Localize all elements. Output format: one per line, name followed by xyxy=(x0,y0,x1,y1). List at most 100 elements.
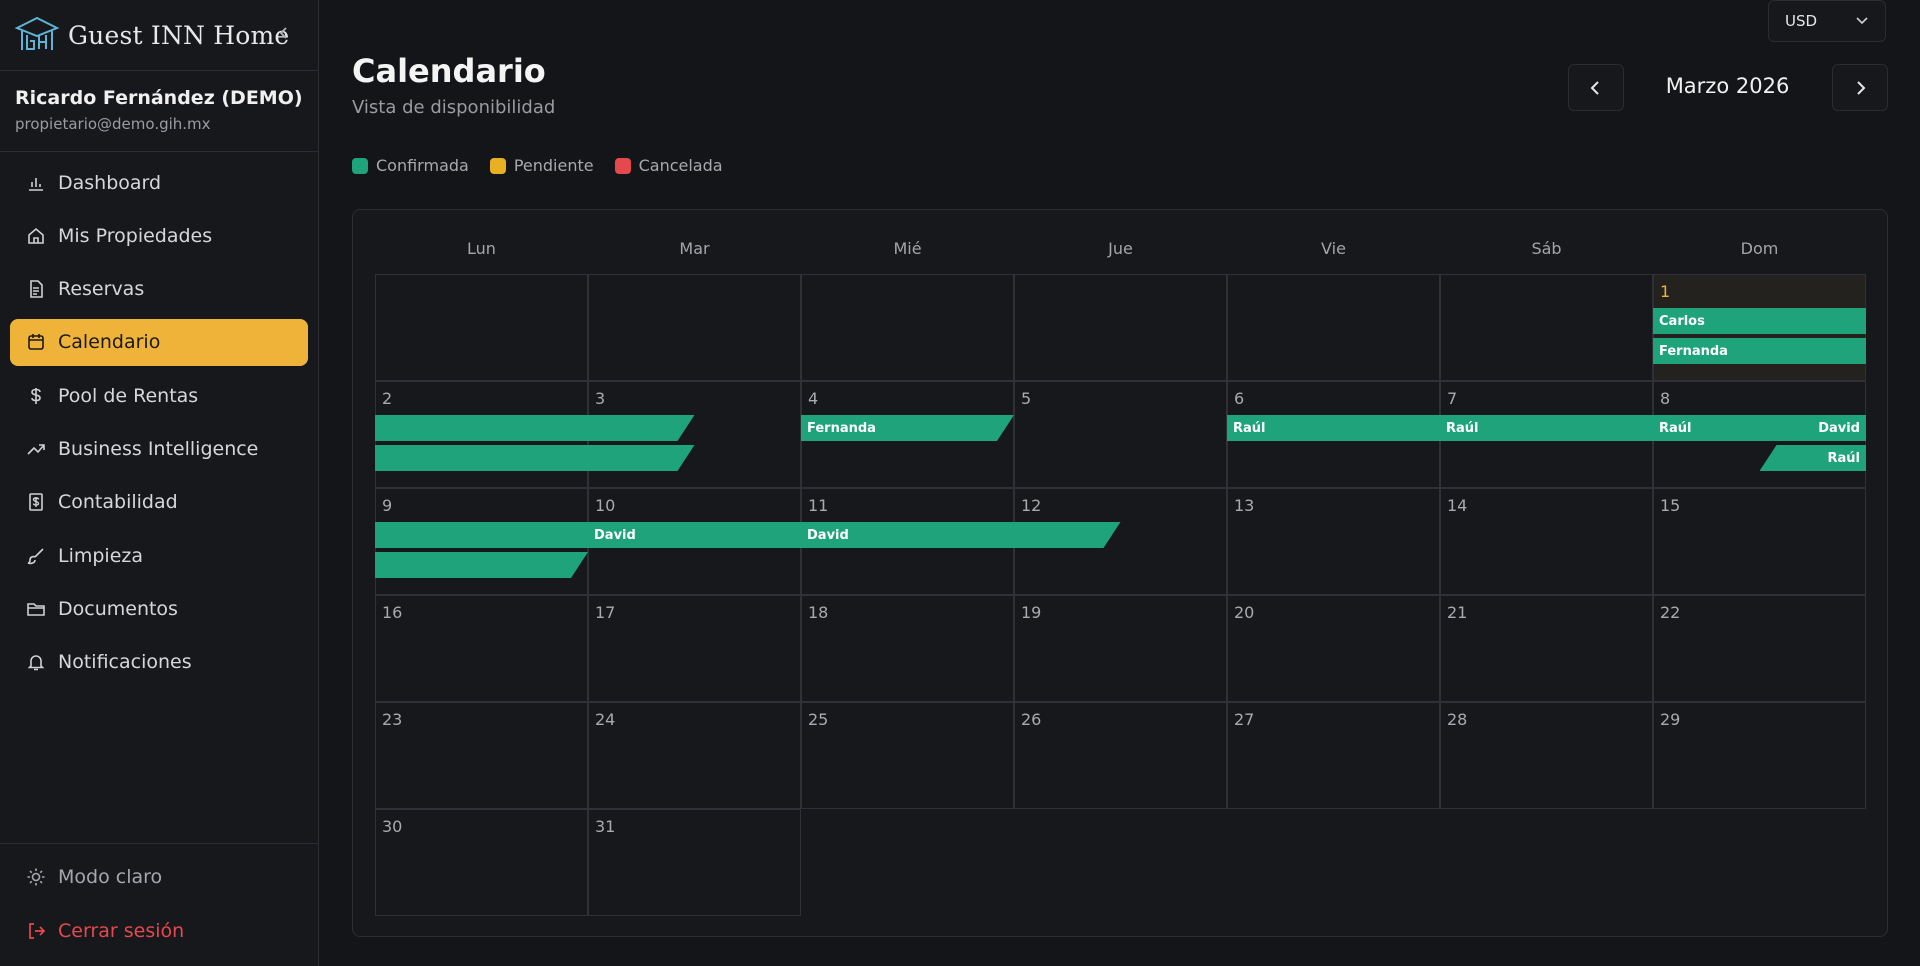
reservation-bar[interactable]: Fernanda xyxy=(801,415,1014,441)
calendar-day[interactable]: 20 xyxy=(1227,595,1440,702)
theme-toggle-label: Modo claro xyxy=(58,866,163,888)
calendar-empty-day xyxy=(801,274,1014,381)
weekday-header: Jue xyxy=(1108,239,1133,258)
day-number: 28 xyxy=(1447,710,1468,729)
chevron-right-icon xyxy=(1857,80,1866,95)
trending-up-icon xyxy=(27,444,45,455)
brand-name: Guest INN Home xyxy=(68,20,290,50)
reservation-label: Raúl xyxy=(1446,420,1479,436)
calendar-day[interactable]: 25 xyxy=(801,702,1014,809)
reservation-bar[interactable] xyxy=(375,445,695,471)
sidebar-item-limpieza[interactable]: Limpieza xyxy=(10,532,308,579)
calendar-day[interactable]: 15 xyxy=(1653,488,1866,595)
day-number: 27 xyxy=(1234,710,1255,729)
sidebar-footer: Modo claro Cerrar sesión xyxy=(0,843,319,966)
bell-icon xyxy=(27,655,45,671)
calendar-empty-day xyxy=(588,274,801,381)
collapse-sidebar-button[interactable] xyxy=(274,22,294,44)
day-number: 23 xyxy=(382,710,403,729)
document-icon xyxy=(30,280,43,298)
currency-select[interactable]: USD xyxy=(1768,0,1886,42)
day-number: 29 xyxy=(1660,710,1681,729)
brush-icon xyxy=(27,548,44,564)
day-number: 20 xyxy=(1234,603,1255,622)
reservation-bar[interactable]: Raúl xyxy=(1759,445,1866,471)
day-number: 19 xyxy=(1021,603,1042,622)
currency-value: USD xyxy=(1785,12,1818,30)
legend-swatch xyxy=(352,157,368,174)
dollar-icon xyxy=(31,387,41,404)
weekday-header: Mar xyxy=(679,239,710,258)
reservation-bar[interactable] xyxy=(375,415,695,441)
weekday-header: Lun xyxy=(467,239,496,258)
day-number: 15 xyxy=(1660,496,1681,515)
reservation-label: David xyxy=(594,527,636,543)
day-number: 10 xyxy=(595,496,616,515)
calendar-day[interactable]: 16 xyxy=(375,595,588,702)
calendar-day[interactable]: 23 xyxy=(375,702,588,809)
calendar-day[interactable]: 13 xyxy=(1227,488,1440,595)
sidebar-nav: Dashboard Mis Propiedades Reservas Calendar… xyxy=(10,159,308,692)
reservation-label: David xyxy=(807,527,849,543)
reservation-bar[interactable] xyxy=(375,552,588,578)
logout-button[interactable]: Cerrar sesión xyxy=(26,920,184,942)
reservation-bar[interactable]: David xyxy=(1759,415,1866,441)
brand[interactable]: Guest INN Home xyxy=(14,14,289,56)
theme-toggle[interactable]: Modo claro xyxy=(26,866,162,888)
reservation-bar[interactable]: Fernanda xyxy=(1653,338,1866,364)
next-month-button[interactable] xyxy=(1832,64,1888,111)
calendar-empty-day xyxy=(1440,274,1653,381)
sidebar-item-contabilidad[interactable]: Contabilidad xyxy=(10,479,308,526)
sidebar-item-pool-de-rentas[interactable]: Pool de Rentas xyxy=(10,372,308,419)
calendar-day[interactable]: 28 xyxy=(1440,702,1653,809)
calendar-day[interactable]: 14 xyxy=(1440,488,1653,595)
calendar-day[interactable]: 24 xyxy=(588,702,801,809)
sidebar-item-label: Limpieza xyxy=(58,544,144,567)
sidebar-item-documentos[interactable]: Documentos xyxy=(10,585,308,632)
calendar-day[interactable]: 5 xyxy=(1014,381,1227,488)
day-number: 1 xyxy=(1660,282,1671,301)
day-number: 5 xyxy=(1021,389,1032,408)
day-number: 14 xyxy=(1447,496,1468,515)
day-number: 16 xyxy=(382,603,403,622)
page-title: Calendario xyxy=(352,52,546,90)
calendar-day[interactable]: 27 xyxy=(1227,702,1440,809)
logout-icon xyxy=(29,923,46,939)
calendar-day[interactable]: 29 xyxy=(1653,702,1866,809)
day-number: 18 xyxy=(808,603,829,622)
reservation-bar[interactable]: Carlos xyxy=(1653,308,1866,334)
calendar-day[interactable]: 17 xyxy=(588,595,801,702)
day-number: 2 xyxy=(382,389,393,408)
page-subtitle: Vista de disponibilidad xyxy=(352,97,556,118)
sidebar-item-mis-propiedades[interactable]: Mis Propiedades xyxy=(10,212,308,259)
calendar-day[interactable]: 19 xyxy=(1014,595,1227,702)
calendar-day[interactable]: 21 xyxy=(1440,595,1653,702)
folder-icon xyxy=(27,603,45,616)
legend-item: Pendiente xyxy=(489,156,594,175)
legend-item: Cancelada xyxy=(614,156,723,175)
calendar-day[interactable]: 22 xyxy=(1653,595,1866,702)
legend-label: Cancelada xyxy=(638,156,723,175)
calendar-icon xyxy=(28,334,44,351)
calendar-day[interactable]: 31 xyxy=(588,809,801,916)
sidebar-item-calendario[interactable]: Calendario xyxy=(10,318,308,366)
calendar-day[interactable]: 26 xyxy=(1014,702,1227,809)
sidebar-item-label: Reservas xyxy=(58,278,145,301)
day-number: 31 xyxy=(595,817,616,836)
sidebar-item-reservas[interactable]: Reservas xyxy=(10,266,308,313)
sidebar-item-dashboard[interactable]: Dashboard xyxy=(10,159,308,206)
calendar-day[interactable]: 30 xyxy=(375,809,588,916)
sidebar-item-label: Documentos xyxy=(58,597,178,620)
sidebar-item-label: Calendario xyxy=(58,331,161,354)
day-number: 13 xyxy=(1234,496,1255,515)
chevron-down-icon xyxy=(1856,17,1868,25)
logout-label: Cerrar sesión xyxy=(58,920,185,942)
calendar-empty-day xyxy=(1227,274,1440,381)
sidebar-item-notificaciones[interactable]: Notificaciones xyxy=(10,639,308,686)
sidebar-item-business-intelligence[interactable]: Business Intelligence xyxy=(10,425,308,472)
calendar-day[interactable]: 18 xyxy=(801,595,1014,702)
calendar-empty-day xyxy=(375,274,588,381)
calendar-empty-day xyxy=(1014,274,1227,381)
sidebar-item-label: Business Intelligence xyxy=(58,437,259,460)
legend-swatch xyxy=(489,157,506,174)
